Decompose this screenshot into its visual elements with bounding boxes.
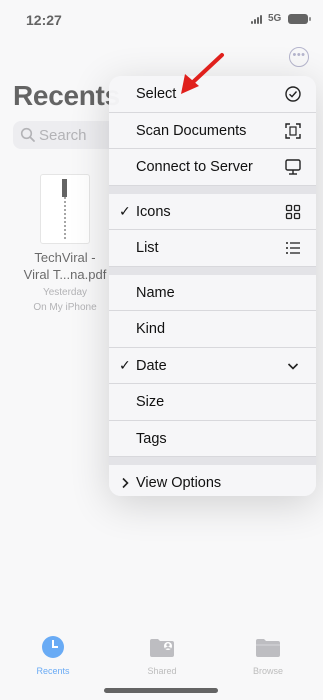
battery-icon: [288, 14, 311, 24]
menu-item-sort-date[interactable]: ✓ Date: [109, 348, 316, 384]
file-name[interactable]: TechViral - Viral T...na.pdf: [20, 249, 110, 283]
folder-icon: [256, 639, 280, 657]
search-placeholder: Search: [39, 127, 87, 144]
tab-label: Recents: [36, 666, 70, 676]
status-bar: 12:27 5G: [0, 0, 323, 40]
menu-item-label: View Options: [136, 475, 222, 491]
menu-item-label: Size: [136, 394, 165, 410]
chevron-down-icon: [287, 362, 299, 370]
menu-item-label: Date: [136, 357, 167, 374]
home-indicator: [104, 688, 218, 693]
tab-shared[interactable]: Shared: [122, 636, 202, 676]
more-options-button[interactable]: •••: [289, 47, 309, 67]
menu-separator: [109, 457, 316, 465]
menu-item-sort-kind[interactable]: Kind: [109, 311, 316, 348]
file-meta: Yesterday On My iPhone: [20, 285, 110, 315]
tab-label: Browse: [252, 666, 283, 676]
file-date: Yesterday: [42, 287, 88, 298]
menu-item-label: List: [136, 240, 159, 256]
menu-item-icons[interactable]: ✓ Icons: [109, 194, 316, 230]
menu-item-label: Name: [136, 284, 175, 301]
menu-item-label: Scan Documents: [136, 122, 247, 139]
page-title: Recents: [13, 80, 120, 111]
menu-item-label: Kind: [136, 321, 166, 337]
menu-item-sort-size[interactable]: Size: [109, 384, 316, 421]
tab-browse[interactable]: Browse: [228, 636, 308, 676]
menu-item-sort-tags[interactable]: Tags: [109, 421, 316, 457]
menu-separator: [109, 266, 316, 275]
menu-item-scan-documents[interactable]: Scan Documents: [109, 113, 316, 149]
menu-item-connect-to-server[interactable]: Connect to Server: [109, 149, 316, 186]
tab-label: Shared: [147, 666, 177, 676]
annotation-arrow-icon: [181, 53, 224, 94]
grid-icon: [285, 204, 301, 219]
menu-separator: [109, 185, 316, 194]
menu-item-label: Select: [136, 86, 177, 102]
menu-item-view-options[interactable]: View Options: [109, 465, 316, 496]
checkmark-icon: ✓: [119, 356, 131, 373]
menu-item-label: Connect to Server: [136, 159, 253, 175]
file-thumbnail[interactable]: [40, 174, 90, 244]
status-time: 12:27: [26, 12, 62, 28]
network-label: 5G: [268, 13, 282, 24]
shared-folder-icon: [150, 639, 174, 657]
view-options-menu: Select Scan Documents Connect to Server …: [109, 76, 316, 496]
signal-icon: [251, 15, 264, 24]
menu-item-label: Tags: [136, 430, 167, 447]
file-location: On My iPhone: [33, 302, 97, 313]
checkmark-circle-icon: [285, 86, 301, 102]
clock-icon: [42, 636, 64, 658]
server-icon: [285, 159, 301, 175]
tab-recents[interactable]: Recents: [13, 636, 93, 676]
search-icon: [20, 127, 35, 142]
list-icon: [286, 242, 300, 254]
chevron-right-icon: [122, 477, 129, 489]
checkmark-icon: ✓: [119, 202, 131, 219]
menu-item-sort-name[interactable]: Name: [109, 275, 316, 311]
scan-document-icon: [285, 122, 301, 139]
menu-item-label: Icons: [136, 203, 171, 220]
menu-item-list[interactable]: List: [109, 230, 316, 267]
